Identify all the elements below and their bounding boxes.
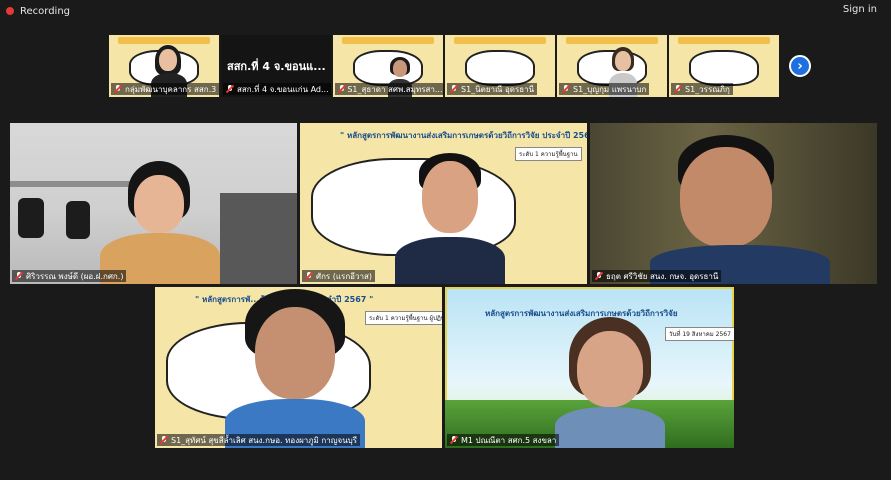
- video-tile[interactable]: ศิริวรรณ พงษ์ดี (ผอ.ฝ.กศก.): [10, 123, 297, 284]
- slide-banner: [117, 37, 211, 44]
- slide-cloud: [688, 49, 759, 87]
- slide-badge: วันที่ 19 สิงหาคม 2567: [665, 327, 734, 341]
- slide-banner: [453, 37, 547, 44]
- participant-name-label: ศักร (แรกอีวาส): [302, 270, 375, 282]
- muted-mic-icon: [226, 85, 234, 93]
- participant-video: [650, 135, 830, 284]
- muted-mic-icon: [674, 85, 682, 93]
- slide-banner: [341, 37, 435, 44]
- participant-video: [225, 289, 365, 448]
- participant-name-label: M1 ปณณีตา สศก.5 สงขลา: [447, 434, 560, 446]
- recording-indicator: Recording: [6, 3, 70, 19]
- muted-mic-icon: [338, 85, 345, 93]
- video-tile[interactable]: " หลักสูตรการพัฒนางานส่งเสริมการเกษตรด้ว…: [300, 123, 587, 284]
- participant-video: [395, 153, 505, 284]
- muted-mic-icon: [450, 436, 458, 444]
- muted-mic-icon: [160, 436, 168, 444]
- muted-mic-icon: [305, 272, 313, 280]
- strip-tile[interactable]: S1_นิตยาณี อุดรธานี: [445, 35, 555, 97]
- slide-banner: [565, 37, 659, 44]
- sign-in-link[interactable]: Sign in: [843, 4, 877, 15]
- chevron-right-icon: ›: [797, 58, 803, 74]
- office-chair: [18, 198, 44, 238]
- participant-name-label: S1_บุญกุม แพรนาบก: [559, 83, 650, 95]
- top-bar: Recording Sign in: [0, 0, 891, 22]
- muted-mic-icon: [450, 85, 458, 93]
- participant-video: [100, 161, 220, 284]
- participant-display-name: สสก.ที่ 4 จ.ขอนแ...: [227, 60, 326, 73]
- muted-mic-icon: [562, 85, 570, 93]
- recording-label: Recording: [20, 5, 71, 17]
- slide-cloud: [464, 49, 535, 87]
- video-tile[interactable]: ธฤต ศรีวิชัย สนง. กษจ. อุดรธานี: [590, 123, 877, 284]
- active-speaker-tile[interactable]: หลักสูตรการพัฒนางานส่งเสริมการเกษตรด้วยว…: [445, 287, 734, 448]
- slide-badge: ระดับ 1 ความรู้พื้นฐาน: [515, 147, 582, 161]
- participant-name-label: S1_สุธาดา สศพ.สมุทรสา...: [335, 83, 443, 95]
- recording-dot-icon: [6, 7, 14, 15]
- video-tile[interactable]: " หลักสูตรการพั...ด้วยวิถีการวิจัย ประจำ…: [155, 287, 442, 448]
- slide-badge: ระดับ 1 ความรู้พื้นฐาน ผู้ปฏิบัติ: [365, 311, 442, 325]
- slide-title: " หลักสูตรการพัฒนางานส่งเสริมการเกษตรด้ว…: [340, 131, 587, 140]
- muted-mic-icon: [114, 85, 122, 93]
- participant-name-label: กลุ่มพัฒนาบุคลากร สสก.3: [111, 83, 219, 95]
- strip-tile[interactable]: S1_สุธาดา สศพ.สมุทรสา...: [333, 35, 443, 97]
- next-page-button[interactable]: ›: [789, 55, 811, 77]
- strip-tile[interactable]: S1_วรรณภิกุ: [669, 35, 779, 97]
- strip-tile[interactable]: สสก.ที่ 4 จ.ขอนแ... สสก.ที่ 4 จ.ขอนแก่น …: [221, 35, 331, 97]
- participant-name-label: ศิริวรรณ พงษ์ดี (ผอ.ฝ.กศก.): [12, 270, 127, 282]
- muted-mic-icon: [15, 272, 23, 280]
- office-chair: [66, 201, 90, 239]
- participant-name-label: S1_สุทัศน์ สุขสีล้ำเลิศ สนง.กษอ. ทองผาภู…: [157, 434, 361, 446]
- participant-name-label: S1_วรรณภิกุ: [671, 83, 733, 95]
- muted-mic-icon: [595, 272, 603, 280]
- strip-tile[interactable]: S1_บุญกุม แพรนาบก: [557, 35, 667, 97]
- slide-banner: [677, 37, 771, 44]
- participant-name-label: สสก.ที่ 4 จ.ขอนแก่น Ad...: [223, 83, 331, 95]
- participant-video: [555, 317, 665, 448]
- strip-tile[interactable]: กลุ่มพัฒนาบุคลากร สสก.3: [109, 35, 219, 97]
- participant-name-label: ธฤต ศรีวิชัย สนง. กษจ. อุดรธานี: [592, 270, 722, 282]
- monitor: [220, 193, 297, 284]
- participant-name-label: S1_นิตยาณี อุดรธานี: [447, 83, 538, 95]
